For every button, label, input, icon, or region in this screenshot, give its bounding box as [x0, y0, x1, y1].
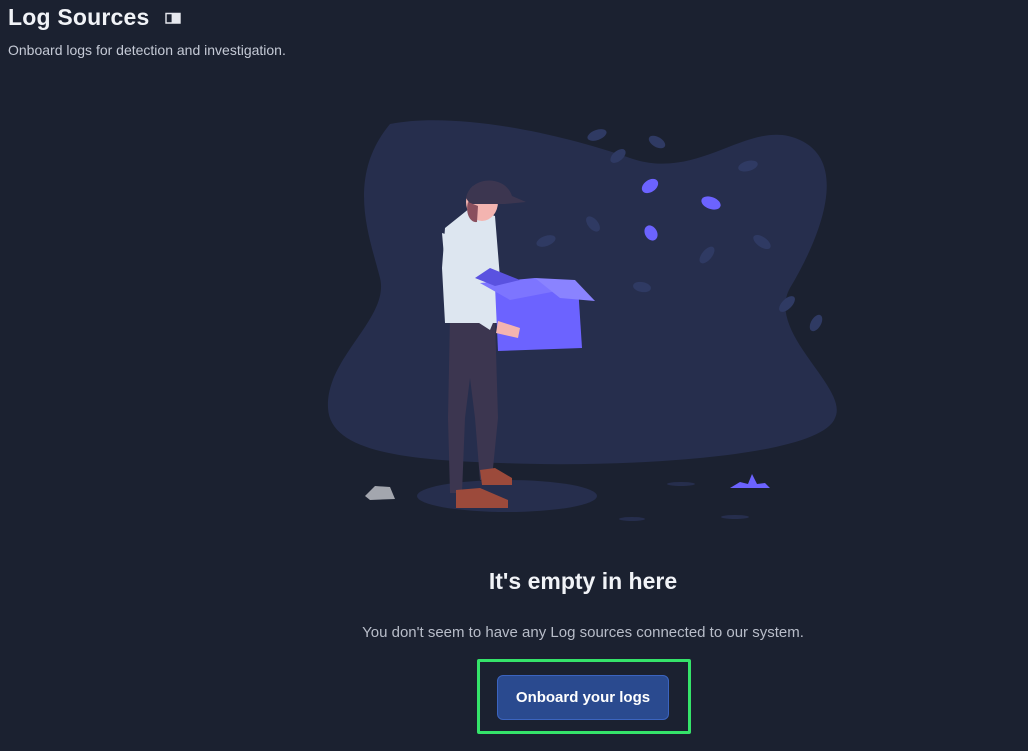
- book-icon[interactable]: [164, 9, 182, 27]
- onboard-logs-button[interactable]: Onboard your logs: [497, 675, 669, 720]
- page-title: Log Sources: [8, 4, 150, 30]
- title-row: Log Sources: [8, 4, 286, 30]
- log-sources-page: Log Sources Onboard logs for detection a…: [0, 0, 1028, 751]
- empty-state-illustration: [320, 118, 845, 528]
- empty-state-heading: It's empty in here: [488, 568, 678, 594]
- empty-state-message: You don't seem to have any Log sources c…: [362, 624, 804, 641]
- page-header: Log Sources Onboard logs for detection a…: [8, 4, 286, 58]
- page-subtitle: Onboard logs for detection and investiga…: [8, 42, 286, 58]
